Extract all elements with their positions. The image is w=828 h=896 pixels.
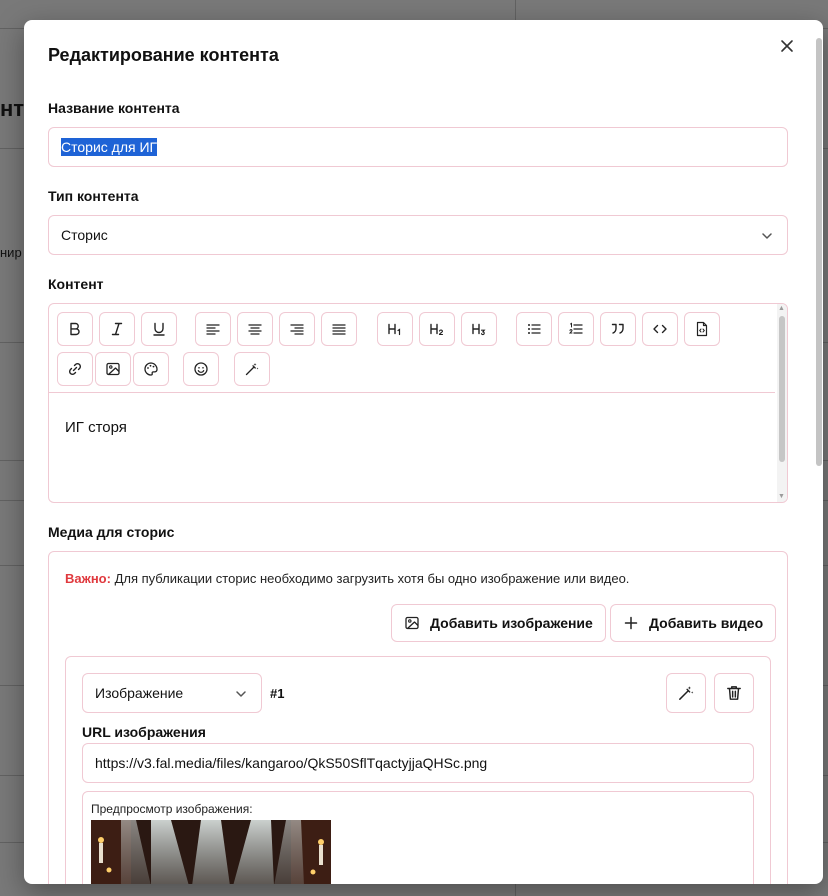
scroll-up-icon[interactable]: ▲	[778, 305, 785, 313]
name-field[interactable]: Сторис для ИГ	[48, 127, 788, 167]
magic-wand-button[interactable]	[234, 352, 270, 386]
image-icon	[405, 616, 419, 630]
editor-content[interactable]: ИГ сторя	[65, 419, 127, 436]
media-type-select[interactable]: Изображение	[82, 673, 262, 713]
italic-icon	[111, 322, 123, 336]
image-preview-label: Предпросмотр изображения:	[91, 802, 253, 816]
editor-toolbar	[49, 304, 775, 393]
align-justify-button[interactable]	[321, 312, 357, 346]
heading-1-button[interactable]	[377, 312, 413, 346]
heading-2-icon	[430, 323, 444, 336]
magic-wand-icon	[679, 686, 694, 700]
modal-title: Редактирование контента	[48, 45, 279, 65]
heading-1-icon	[388, 323, 401, 336]
image-url-input[interactable]	[95, 755, 741, 771]
name-label: Название контента	[48, 100, 180, 116]
align-center-button[interactable]	[237, 312, 273, 346]
magic-wand-icon	[245, 363, 259, 376]
important-text: Для публикации сторис необходимо загрузи…	[110, 571, 630, 586]
editor-scrollbar[interactable]: ▲ ▼	[777, 304, 787, 502]
image-preview-box: Предпросмотр изображения:	[82, 791, 754, 884]
chevron-down-icon	[762, 233, 772, 239]
modal-scrollbar-thumb[interactable]	[816, 38, 822, 466]
align-left-icon	[206, 324, 220, 335]
media-item-number: #1	[270, 686, 285, 701]
add-video-label: Добавить видео	[649, 615, 764, 631]
important-notice: Важно: Для публикации сторис необходимо …	[65, 571, 629, 586]
plus-icon	[624, 616, 638, 630]
content-label: Контент	[48, 276, 104, 292]
content-type-select[interactable]: Сторис	[48, 215, 788, 255]
align-right-icon	[290, 324, 304, 335]
delete-media-button[interactable]	[714, 673, 754, 713]
quote-button[interactable]	[600, 312, 636, 346]
content-type-value: Сторис	[61, 227, 108, 243]
bullet-list-button[interactable]	[516, 312, 552, 346]
important-prefix: Важно:	[65, 571, 111, 586]
code-button[interactable]	[642, 312, 678, 346]
bold-button[interactable]	[57, 312, 93, 346]
underline-icon	[153, 322, 165, 336]
close-button[interactable]	[775, 34, 799, 58]
modal-scrollbar[interactable]	[813, 20, 823, 884]
image-button[interactable]	[95, 352, 131, 386]
bullet-list-icon	[528, 324, 541, 334]
link-icon	[68, 362, 82, 376]
link-button[interactable]	[57, 352, 93, 386]
align-justify-icon	[332, 324, 346, 335]
generate-media-button[interactable]	[666, 673, 706, 713]
emoji-icon	[194, 362, 208, 376]
scroll-down-icon[interactable]: ▼	[778, 493, 785, 501]
media-type-value: Изображение	[95, 685, 184, 701]
code-icon	[653, 324, 667, 334]
add-image-label: Добавить изображение	[430, 615, 593, 631]
align-center-icon	[248, 324, 262, 335]
type-label: Тип контента	[48, 188, 139, 204]
image-preview	[91, 820, 331, 884]
name-input[interactable]: Сторис для ИГ	[61, 138, 158, 156]
code-file-button[interactable]	[684, 312, 720, 346]
palette-icon	[144, 362, 158, 376]
image-url-field[interactable]	[82, 743, 754, 783]
heading-3-icon	[472, 323, 486, 336]
editor-scrollbar-thumb[interactable]	[779, 316, 785, 462]
align-left-button[interactable]	[195, 312, 231, 346]
stage-lights-image	[91, 820, 331, 884]
numbered-list-icon	[568, 322, 583, 334]
underline-button[interactable]	[141, 312, 177, 346]
numbered-list-button[interactable]	[558, 312, 594, 346]
italic-button[interactable]	[99, 312, 135, 346]
emoji-button[interactable]	[183, 352, 219, 386]
palette-button[interactable]	[133, 352, 169, 386]
code-file-icon	[696, 321, 708, 337]
add-video-button[interactable]: Добавить видео	[610, 604, 777, 642]
image-url-label: URL изображения	[82, 724, 206, 740]
media-item-card: Изображение #1 URL изображения Предпросм…	[65, 656, 771, 884]
rich-text-editor: ИГ сторя ▲ ▼	[48, 303, 788, 503]
trash-icon	[727, 686, 741, 700]
add-image-button[interactable]: Добавить изображение	[391, 604, 606, 642]
close-icon	[781, 40, 793, 52]
media-section: Важно: Для публикации сторис необходимо …	[48, 551, 788, 884]
media-label: Медиа для сторис	[48, 524, 175, 540]
quote-icon	[611, 323, 624, 334]
heading-3-button[interactable]	[461, 312, 497, 346]
bold-icon	[70, 322, 80, 336]
image-icon	[106, 362, 120, 376]
heading-2-button[interactable]	[419, 312, 455, 346]
align-right-button[interactable]	[279, 312, 315, 346]
edit-content-modal: Редактирование контента Название контент…	[24, 20, 823, 884]
chevron-down-icon	[236, 691, 246, 697]
